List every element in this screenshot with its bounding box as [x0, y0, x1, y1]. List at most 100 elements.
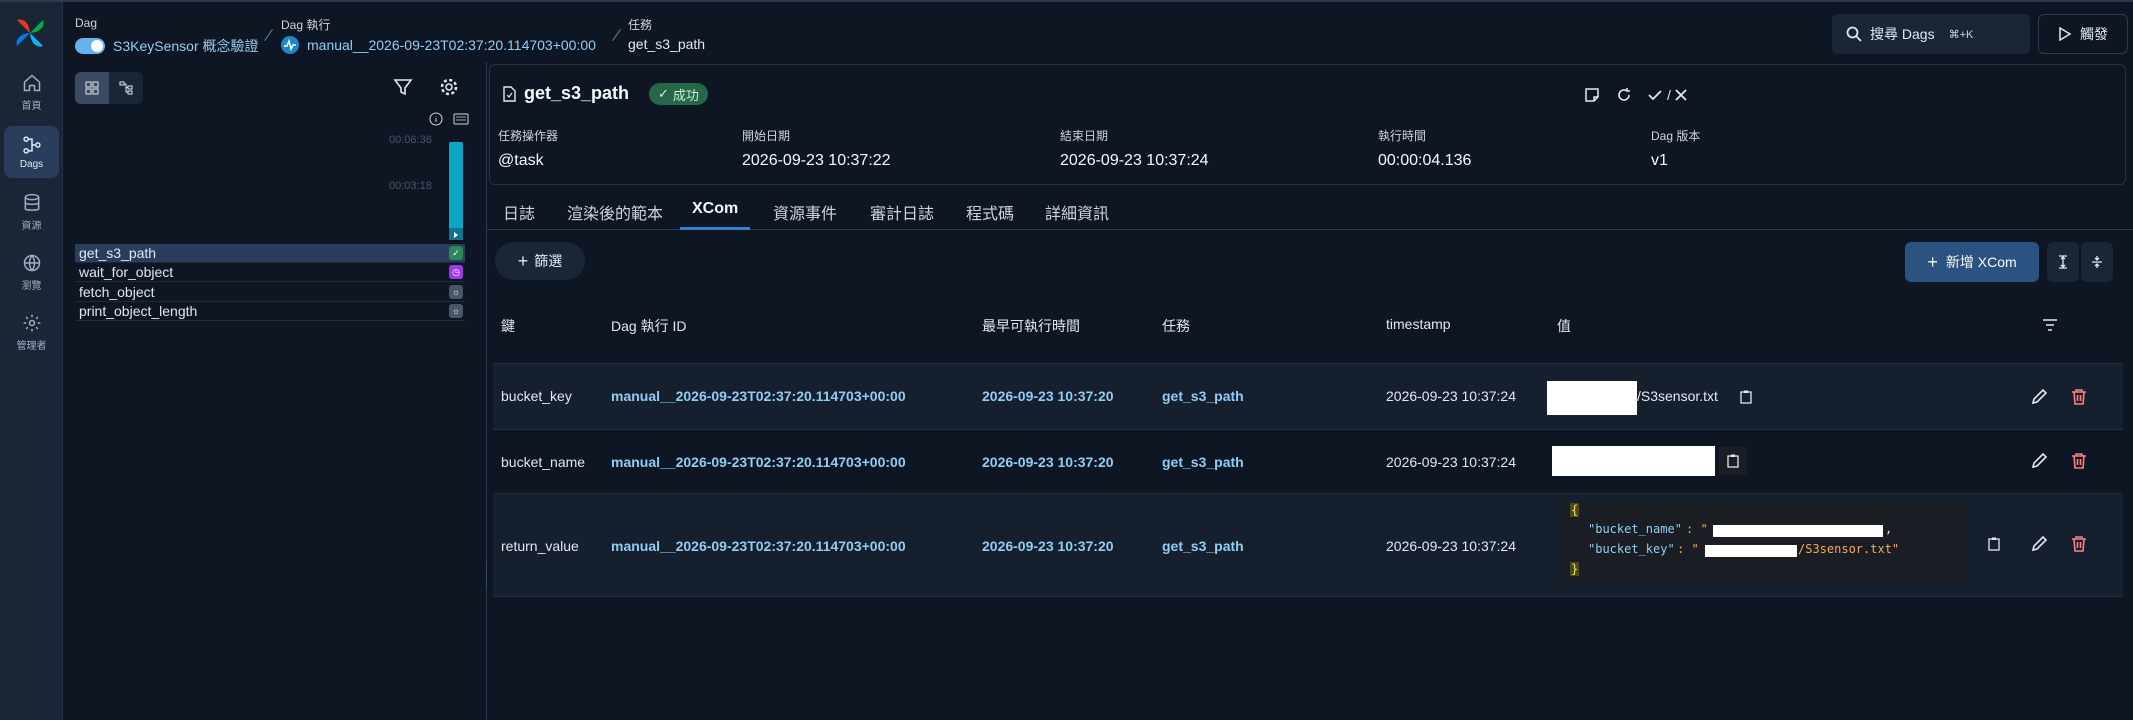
task-link[interactable]: get_s3_path: [1162, 538, 1244, 554]
trigger-button[interactable]: 觸發: [2038, 14, 2128, 54]
dag-icon: [22, 135, 41, 154]
view-toggle: [75, 72, 143, 104]
run-id-link[interactable]: manual__2026-09-23T02:37:20.114703+00:00: [611, 388, 906, 404]
add-note-button[interactable]: [1578, 81, 1606, 109]
xcom-table-header: 鍵 Dag 執行 ID 最早可執行時間 任務 timestamp 值: [493, 296, 2123, 354]
edit-button[interactable]: [2025, 530, 2053, 558]
run-id[interactable]: manual__2026-09-23T02:37:20.114703+00:00: [307, 37, 596, 53]
xcom-timestamp: 2026-09-23 10:37:24: [1386, 454, 1516, 470]
play-icon: [2059, 27, 2072, 41]
tab-asset-events[interactable]: 資源事件: [773, 200, 837, 230]
task-link[interactable]: get_s3_path: [1162, 388, 1244, 404]
keyboard-icon[interactable]: [453, 112, 469, 126]
tab-details[interactable]: 詳細資訊: [1045, 200, 1109, 230]
column-header[interactable]: 鍵: [501, 316, 515, 336]
grid-view-button[interactable]: [75, 72, 109, 104]
column-header[interactable]: timestamp: [1386, 316, 1451, 332]
task-row[interactable]: print_object_length: [75, 302, 465, 321]
logical-date-link[interactable]: 2026-09-23 10:37:20: [982, 454, 1114, 470]
status-label: 成功: [672, 87, 699, 103]
mark-as-button[interactable]: /: [1642, 81, 1692, 109]
filter-icon[interactable]: [393, 77, 413, 97]
tab-rendered-templates[interactable]: 渲染後的範本: [567, 200, 663, 230]
logical-date-link[interactable]: 2026-09-23 10:37:20: [982, 538, 1114, 554]
run-duration-bar[interactable]: [449, 142, 463, 240]
dag-crumb-label: Dag: [75, 16, 98, 30]
run-id-link[interactable]: manual__2026-09-23T02:37:20.114703+00:00: [611, 454, 906, 470]
expand-all-button[interactable]: [2047, 242, 2079, 282]
settings-icon[interactable]: [439, 77, 459, 97]
nav-assets[interactable]: 資源: [4, 186, 59, 238]
task-summary-card: get_s3_path ✓ 成功 任務操作器 @task 開始日期 2026-0…: [489, 64, 2126, 185]
task-title: get_s3_path: [524, 83, 630, 103]
globe-icon: [23, 254, 40, 272]
json-string: /S3sensor.txt": [1798, 542, 1900, 556]
nav-admin[interactable]: 管理者: [4, 306, 59, 358]
delete-button[interactable]: [2065, 530, 2093, 558]
meta-value: 2026-09-23 10:37:22: [742, 152, 891, 169]
task-link[interactable]: get_s3_path: [1162, 454, 1244, 470]
json-value-viewer[interactable]: { "bucket_name" : " , "bucket_key" : " /…: [1558, 502, 1968, 582]
trash-icon: [2072, 453, 2086, 469]
clipboard-icon: [1988, 537, 2000, 551]
check-icon: [1648, 90, 1662, 101]
task-row[interactable]: get_s3_path: [75, 244, 465, 263]
run-crumb[interactable]: manual__2026-09-23T02:37:20.114703+00:00: [281, 36, 596, 54]
info-icon[interactable]: [429, 112, 443, 126]
trash-icon: [2072, 389, 2086, 405]
airflow-logo-icon[interactable]: [13, 16, 47, 50]
tab-code[interactable]: 程式碼: [966, 200, 1014, 230]
xcom-key: return_value: [501, 538, 579, 554]
add-filter-button[interactable]: + 篩選: [495, 242, 585, 280]
column-header[interactable]: Dag 執行 ID: [611, 316, 686, 336]
deferred-state-icon[interactable]: ◷: [449, 265, 463, 279]
nav-home[interactable]: 首頁: [4, 66, 59, 118]
clear-task-button[interactable]: [1610, 81, 1638, 109]
duration-tick: 00:06:36: [389, 134, 432, 146]
breadcrumb-separator: [264, 28, 273, 42]
add-xcom-button[interactable]: + 新增 XCom: [1905, 242, 2039, 282]
copy-button[interactable]: [1732, 383, 1760, 411]
search-dags-button[interactable]: 搜尋 Dags ⌘+K: [1832, 14, 2030, 54]
dag-crumb[interactable]: S3KeySensor 概念驗證: [75, 36, 259, 56]
task-row[interactable]: fetch_object: [75, 283, 465, 302]
logical-date-link[interactable]: 2026-09-23 10:37:20: [982, 388, 1114, 404]
collapse-all-button[interactable]: [2081, 242, 2113, 282]
task-crumb[interactable]: get_s3_path: [628, 36, 705, 52]
xcom-timestamp: 2026-09-23 10:37:24: [1386, 538, 1516, 554]
meta-label: 結束日期: [1060, 129, 1109, 143]
delete-button[interactable]: [2065, 383, 2093, 411]
column-header[interactable]: 最早可執行時間: [982, 316, 1080, 336]
search-label: 搜尋 Dags: [1870, 26, 1935, 42]
nav-dags[interactable]: Dags: [4, 126, 59, 178]
column-header[interactable]: 值: [1557, 316, 1571, 336]
success-state-icon[interactable]: ✓: [449, 246, 463, 260]
xcom-key: bucket_name: [501, 454, 586, 470]
trash-icon: [2072, 536, 2086, 552]
dag-pause-toggle[interactable]: [75, 38, 105, 54]
task-row[interactable]: wait_for_object: [75, 263, 465, 282]
scheduled-state-icon[interactable]: ☼: [449, 285, 463, 299]
tab-audit-log[interactable]: 審計日誌: [870, 200, 934, 230]
graph-view-button[interactable]: [109, 72, 143, 104]
edit-button[interactable]: [2025, 447, 2053, 475]
edit-button[interactable]: [2025, 383, 2053, 411]
copy-button[interactable]: [1980, 530, 2008, 558]
tab-logs[interactable]: 日誌: [503, 200, 535, 230]
xcom-timestamp: 2026-09-23 10:37:24: [1386, 388, 1516, 404]
scheduled-state-icon[interactable]: ☼: [449, 304, 463, 318]
run-crumb-label: Dag 執行: [281, 18, 331, 32]
grid-panel: 00:06:36 00:03:18 get_s3_path wait_for_o…: [63, 62, 486, 720]
graph-icon: [119, 81, 133, 95]
tab-xcom[interactable]: XCom: [680, 200, 751, 230]
copy-button[interactable]: [1719, 447, 1747, 475]
column-header[interactable]: 任務: [1162, 316, 1190, 336]
nav-browse[interactable]: 瀏覽: [4, 246, 59, 298]
run-id-link[interactable]: manual__2026-09-23T02:37:20.114703+00:00: [611, 538, 906, 554]
meta-value: 00:00:04.136: [1378, 152, 1472, 169]
add-xcom-label: 新增 XCom: [1945, 254, 2017, 270]
task-detail-panel: get_s3_path ✓ 成功 任務操作器 @task 開始日期 2026-0…: [487, 62, 2133, 720]
delete-button[interactable]: [2065, 447, 2093, 475]
column-settings-icon[interactable]: [2042, 318, 2058, 332]
dag-name[interactable]: S3KeySensor 概念驗證: [113, 36, 259, 56]
